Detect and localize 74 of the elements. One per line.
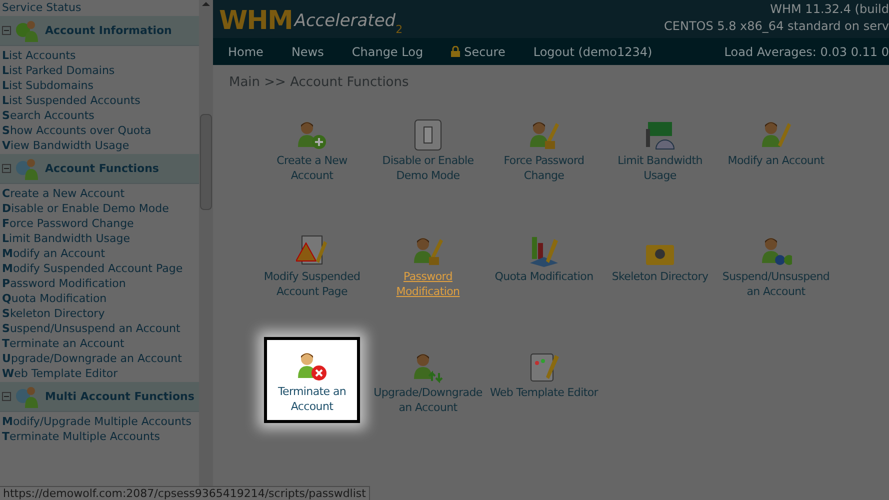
- tile-label[interactable]: Password Modification: [372, 268, 484, 298]
- function-tile[interactable]: Quota Modification: [488, 234, 600, 284]
- section-header[interactable]: Account Information: [0, 16, 199, 46]
- function-tile[interactable]: Modify Suspended Account Page: [256, 234, 368, 298]
- warning-pencil-icon: [296, 234, 328, 266]
- nav-link[interactable]: Logout (demo1234): [533, 42, 652, 60]
- bars-pencil-icon: [528, 234, 560, 266]
- function-tile[interactable]: Create a New Account: [256, 118, 368, 182]
- function-tile[interactable]: Suspend/Unsuspend an Account: [720, 234, 832, 298]
- sidebar-link[interactable]: Force Password Change: [0, 216, 199, 231]
- status-url: https://demowolf.com:2087/cpsess9365419214/scripts/passwdlist: [0, 486, 370, 500]
- collapse-icon[interactable]: [2, 164, 11, 173]
- tile-label[interactable]: Limit Bandwidth Usage: [604, 152, 716, 182]
- sidebar-link[interactable]: List Subdomains: [0, 78, 199, 93]
- sidebar-link[interactable]: Quota Modification: [0, 291, 199, 306]
- function-tile[interactable]: Password Modification: [372, 234, 484, 298]
- switch-icon: [412, 118, 444, 150]
- sidebar-link[interactable]: Create a New Account: [0, 186, 199, 201]
- tile-label[interactable]: Force Password Change: [488, 152, 600, 182]
- tile-label[interactable]: Web Template Editor: [490, 384, 598, 400]
- sidebar-link[interactable]: List Parked Domains: [0, 63, 199, 78]
- sidebar-link[interactable]: Modify Suspended Account Page: [0, 261, 199, 276]
- sidebar-link[interactable]: Upgrade/Downgrade an Account: [0, 351, 199, 366]
- collapse-icon[interactable]: [2, 26, 11, 35]
- sidebar-link[interactable]: Web Template Editor: [0, 366, 199, 381]
- tile-label[interactable]: Terminate an Account: [267, 384, 357, 414]
- tile-label[interactable]: Suspend/Unsuspend an Account: [720, 268, 832, 298]
- function-tile[interactable]: Limit Bandwidth Usage: [604, 118, 716, 182]
- function-tile[interactable]: Web Template Editor: [488, 350, 600, 400]
- nav-link[interactable]: Home: [228, 42, 264, 60]
- server-info: CENTOS 5.8 x86_64 standard on serv: [664, 18, 889, 35]
- function-tile[interactable]: Upgrade/Downgrade an Account: [372, 350, 484, 414]
- breadcrumb: Main >> Account Functions: [228, 74, 410, 92]
- collapse-icon[interactable]: [2, 392, 11, 401]
- sidebar-link[interactable]: Terminate an Account: [0, 336, 199, 351]
- nav-link[interactable]: News: [291, 42, 324, 60]
- sidebar-link[interactable]: Disable or Enable Demo Mode: [0, 201, 199, 216]
- sidebar-link[interactable]: Terminate Multiple Accounts: [0, 429, 199, 444]
- function-tile[interactable]: Disable or Enable Demo Mode: [372, 118, 484, 182]
- server-info: WHM 11.32.4 (build: [770, 1, 889, 18]
- nav-link[interactable]: Secure: [464, 42, 506, 60]
- tile-label[interactable]: Skeleton Directory: [612, 268, 708, 284]
- tile-label[interactable]: Quota Modification: [494, 268, 594, 284]
- sidebar-link[interactable]: Skeleton Directory: [0, 306, 199, 321]
- function-tile[interactable]: Force Password Change: [488, 118, 600, 182]
- sidebar-link[interactable]: Limit Bandwidth Usage: [0, 231, 199, 246]
- tile-label[interactable]: Modify Suspended Account Page: [256, 268, 368, 298]
- tile-label[interactable]: Create a New Account: [256, 152, 368, 182]
- section-title: Account Functions: [45, 161, 159, 176]
- section-title: Multi Account Functions: [45, 389, 194, 404]
- sidebar-link[interactable]: Modify/Upgrade Multiple Accounts: [0, 414, 199, 429]
- sidebar-link[interactable]: Service Status: [0, 0, 199, 15]
- sidebar-link[interactable]: Search Accounts: [0, 108, 199, 123]
- sidebar-link[interactable]: Show Accounts over Quota: [0, 123, 199, 138]
- tile-label[interactable]: Modify an Account: [728, 152, 824, 168]
- sidebar-link[interactable]: List Suspended Accounts: [0, 93, 199, 108]
- sidebar-link[interactable]: Suspend/Unsuspend an Account: [0, 321, 199, 336]
- function-tile[interactable]: Terminate an Account: [264, 336, 360, 422]
- sidebar-link[interactable]: Password Modification: [0, 276, 199, 291]
- sidebar-link[interactable]: View Bandwidth Usage: [0, 138, 199, 153]
- sidebar-link[interactable]: Modify an Account: [0, 246, 199, 261]
- section-title: Account Information: [45, 23, 172, 38]
- nav-link[interactable]: Change Log: [352, 42, 424, 60]
- page-pencil-icon: [528, 350, 560, 382]
- scrollbar-thumb[interactable]: [200, 114, 212, 210]
- function-tile[interactable]: Skeleton Directory: [604, 234, 716, 284]
- function-tile[interactable]: Modify an Account: [720, 118, 832, 168]
- tile-label[interactable]: Disable or Enable Demo Mode: [372, 152, 484, 182]
- lock-icon: [451, 46, 460, 57]
- section-header[interactable]: Account Functions: [0, 154, 199, 184]
- load-averages: Load Averages: 0.03 0.11 0: [724, 44, 889, 60]
- tile-label[interactable]: Upgrade/Downgrade an Account: [372, 384, 484, 414]
- sidebar-link[interactable]: List Accounts: [0, 48, 199, 63]
- section-header[interactable]: Multi Account Functions: [0, 382, 199, 412]
